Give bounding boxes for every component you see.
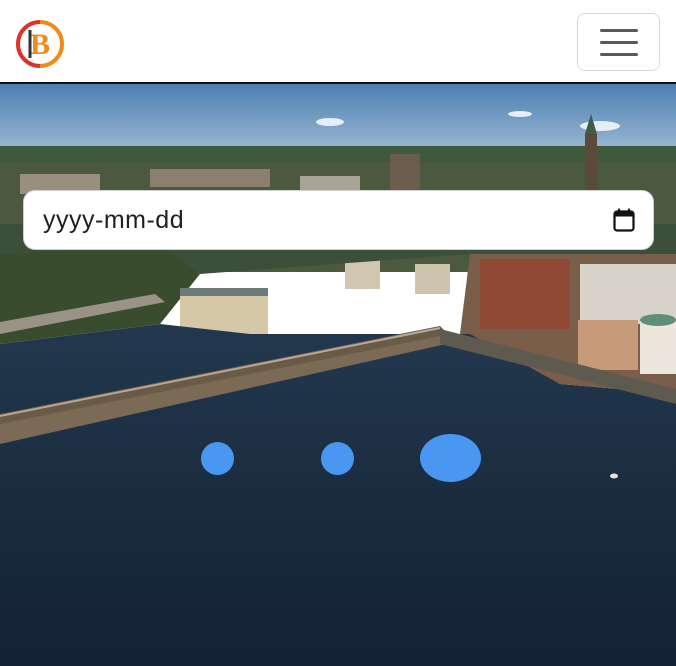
hamburger-menu-button[interactable]: [577, 13, 660, 71]
navbar: B: [0, 0, 676, 84]
calendar-icon[interactable]: [613, 208, 635, 232]
carousel-dot-3-active[interactable]: [420, 434, 481, 482]
date-input[interactable]: yyyy-mm-dd: [23, 190, 654, 250]
carousel-dot-1[interactable]: [201, 442, 234, 475]
b-logo-icon[interactable]: B: [16, 20, 64, 68]
logo-letter: B: [30, 28, 50, 61]
hamburger-menu-icon: [599, 28, 638, 32]
date-input-placeholder: yyyy-mm-dd: [43, 205, 185, 234]
carousel-dot-2[interactable]: [321, 442, 354, 475]
hero-image: [0, 84, 676, 666]
